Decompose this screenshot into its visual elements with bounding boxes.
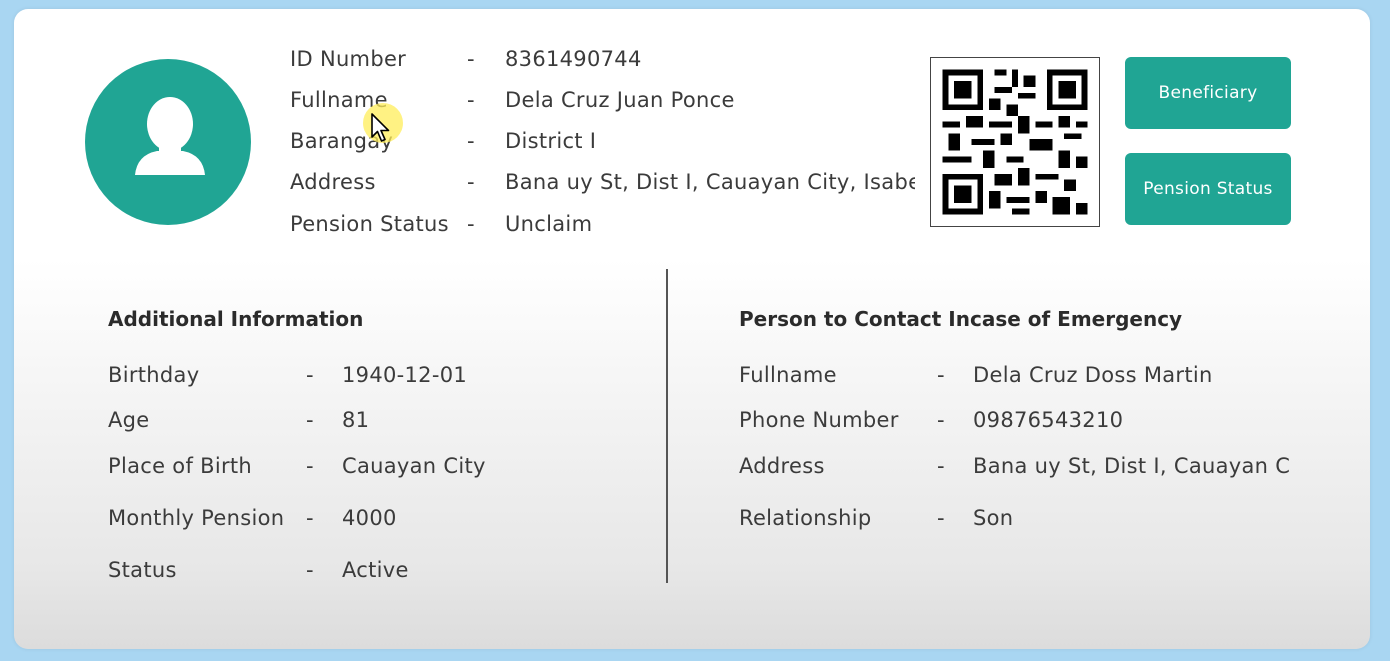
- separator: -: [937, 408, 945, 432]
- additional-info-title: Additional Information: [108, 307, 364, 331]
- pensioner-details-card: ID Number - 8361490744 Fullname - Dela C…: [14, 9, 1370, 649]
- separator: -: [467, 88, 475, 112]
- mouse-pointer-icon: [371, 113, 390, 142]
- monthly-pension-value: 4000: [342, 506, 397, 530]
- place-of-birth-value: Cauayan City: [342, 454, 486, 478]
- pension-status-label: Pension Status: [290, 212, 449, 236]
- avatar: [85, 59, 251, 225]
- place-of-birth-label: Place of Birth: [108, 454, 253, 478]
- qr-code-icon: [942, 69, 1088, 215]
- separator: -: [937, 363, 945, 387]
- separator: -: [937, 454, 945, 478]
- birthday-value: 1940-12-01: [342, 363, 468, 387]
- separator: -: [306, 558, 314, 582]
- separator: -: [467, 170, 475, 194]
- emergency-relationship-value: Son: [973, 506, 1014, 530]
- separator: -: [937, 506, 945, 530]
- emergency-fullname-label: Fullname: [739, 363, 837, 387]
- emergency-phone-label: Phone Number: [739, 408, 899, 432]
- separator: -: [467, 47, 475, 71]
- separator: -: [467, 212, 475, 236]
- barangay-value: District I: [505, 129, 597, 153]
- section-divider: [666, 269, 668, 583]
- age-value: 81: [342, 408, 370, 432]
- address-label: Address: [290, 170, 376, 194]
- age-label: Age: [108, 408, 150, 432]
- separator: -: [306, 363, 314, 387]
- pension-status-value: Unclaim: [505, 212, 593, 236]
- separator: -: [306, 408, 314, 432]
- status-label: Status: [108, 558, 177, 582]
- id-number-label: ID Number: [290, 47, 407, 71]
- separator: -: [467, 129, 475, 153]
- fullname-value: Dela Cruz Juan Ponce: [505, 88, 735, 112]
- emergency-fullname-value: Dela Cruz Doss Martin: [973, 363, 1213, 387]
- status-value: Active: [342, 558, 409, 582]
- user-silhouette-icon: [135, 97, 205, 175]
- beneficiary-button[interactable]: Beneficiary: [1125, 57, 1291, 129]
- address-value: Bana uy St, Dist I, Cauayan City, Isabel…: [505, 170, 915, 194]
- emergency-address-value: Bana uy St, Dist I, Cauayan C: [973, 454, 1291, 478]
- emergency-phone-value: 09876543210: [973, 408, 1124, 432]
- emergency-address-label: Address: [739, 454, 825, 478]
- pension-status-button[interactable]: Pension Status: [1125, 153, 1291, 225]
- emergency-contact-title: Person to Contact Incase of Emergency: [739, 307, 1183, 331]
- birthday-label: Birthday: [108, 363, 200, 387]
- emergency-relationship-label: Relationship: [739, 506, 872, 530]
- qr-code: [930, 57, 1100, 227]
- id-number-value: 8361490744: [505, 47, 642, 71]
- separator: -: [306, 454, 314, 478]
- monthly-pension-label: Monthly Pension: [108, 506, 285, 530]
- separator: -: [306, 506, 314, 530]
